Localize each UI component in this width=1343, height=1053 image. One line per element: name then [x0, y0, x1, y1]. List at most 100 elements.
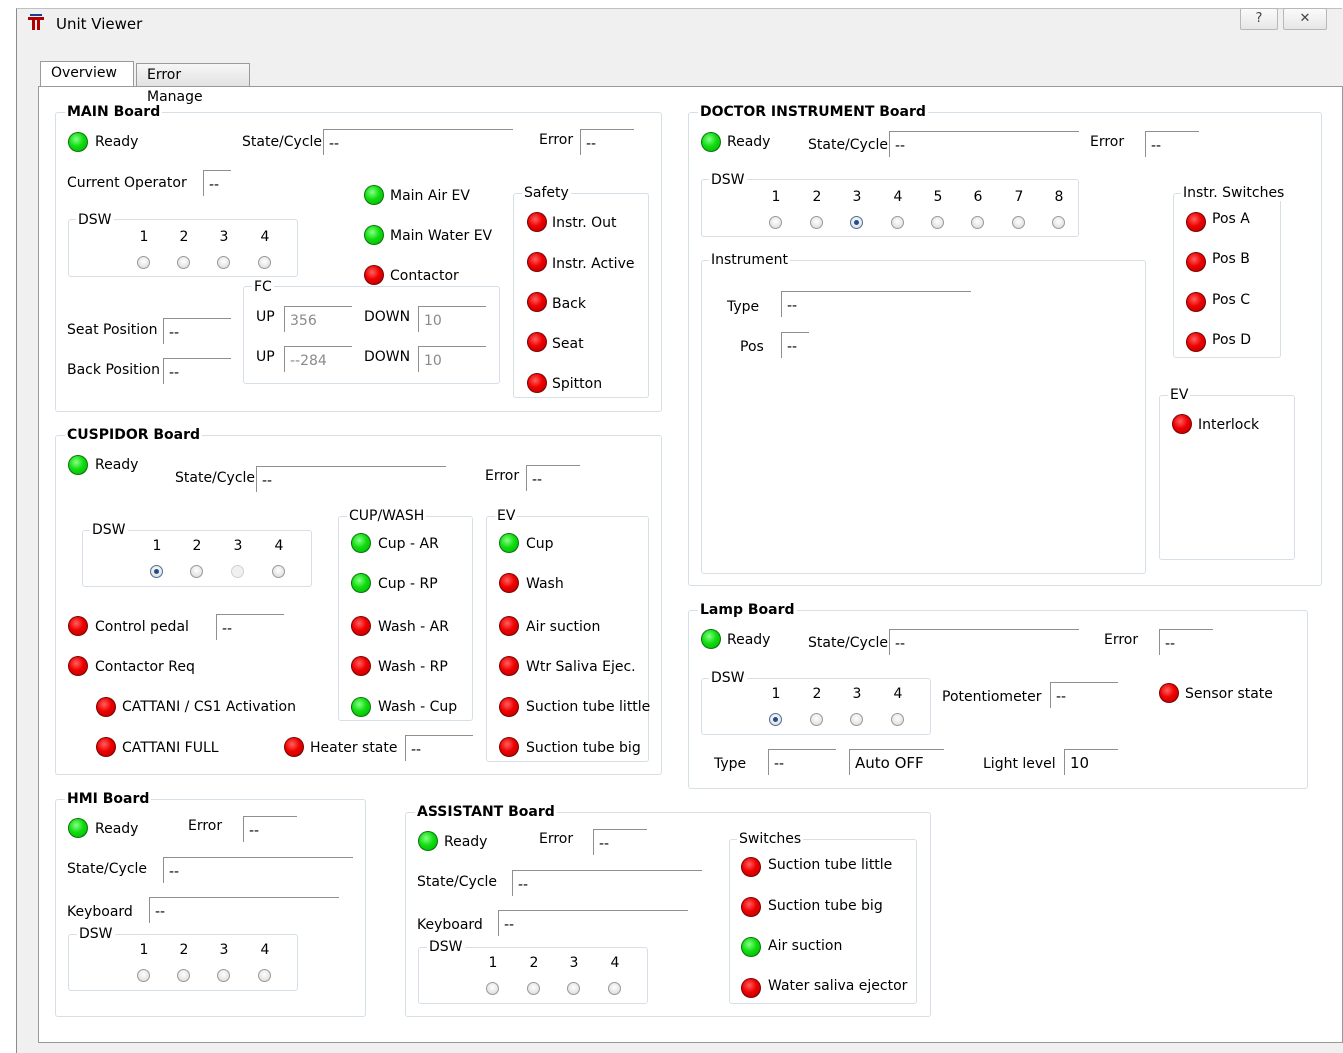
fc-down-field-1: 10: [418, 306, 486, 332]
asst-suction-little-label: Suction tube little: [768, 857, 893, 873]
lamp-dsw-radio-3: [850, 713, 863, 726]
help-button[interactable]: ?: [1240, 8, 1278, 30]
lamp-error-label: Error: [1104, 632, 1139, 648]
instrument-pos-label: Pos: [740, 339, 764, 355]
cuspidor-dsw-num: 1: [152, 538, 162, 554]
cuspidor-state-cycle-label: State/Cycle: [175, 470, 256, 486]
doctor-dsw-radio-6: [971, 216, 984, 229]
doctor-dsw-radio-5: [931, 216, 944, 229]
cattani-activation-led: [96, 697, 116, 717]
doctor-dsw-radio-4: [891, 216, 904, 229]
cup-rp-led: [351, 573, 371, 593]
pos-c-led: [1186, 292, 1206, 312]
lamp-state-cycle-field: --: [889, 629, 1079, 655]
hmi-state-cycle-field: --: [163, 857, 353, 883]
tab-error-manage[interactable]: Error Manage: [136, 63, 250, 105]
pos-a-led: [1186, 212, 1206, 232]
pos-b-label: Pos B: [1212, 251, 1250, 267]
spitton-led: [527, 373, 547, 393]
doctor-ready-label: Ready: [727, 134, 771, 150]
wash-ar-label: Wash - AR: [378, 619, 449, 635]
ev-suction-little-label: Suction tube little: [526, 699, 651, 715]
asst-suction-big-led: [741, 897, 761, 917]
hmi-keyboard-field: --: [149, 897, 339, 923]
doctor-dsw-title: DSW: [709, 172, 747, 188]
lamp-dsw-radio-4: [891, 713, 904, 726]
doctor-ready-led: [701, 132, 721, 152]
asst-suction-little-led: [741, 857, 761, 877]
cuspidor-dsw-radio-2: [190, 565, 203, 578]
doctor-board-title: DOCTOR INSTRUMENT Board: [698, 104, 928, 120]
assistant-error-field: --: [593, 829, 647, 855]
assistant-state-cycle-field: --: [512, 870, 702, 896]
main-dsw-num: 1: [139, 229, 149, 245]
spitton-label: Spitton: [552, 376, 603, 392]
main-air-ev-led: [364, 185, 384, 205]
assistant-ready-led: [418, 831, 438, 851]
main-air-ev-label: Main Air EV: [390, 188, 470, 204]
cuspidor-dsw-num: 4: [274, 538, 284, 554]
ev-suction-big-label: Suction tube big: [526, 740, 641, 756]
main-dsw-radio-3: [217, 256, 230, 269]
assistant-ready-label: Ready: [444, 834, 488, 850]
sensor-state-label: Sensor state: [1185, 686, 1273, 702]
lamp-ready-led: [701, 629, 721, 649]
seat-position-field: --: [163, 318, 231, 344]
hmi-keyboard-label: Keyboard: [67, 904, 133, 920]
back-position-label: Back Position: [67, 362, 160, 378]
fc-title: FC: [252, 279, 274, 295]
seat-led: [527, 332, 547, 352]
main-dsw-radio-1: [137, 256, 150, 269]
safety-title: Safety: [522, 185, 571, 201]
fc-up-label-2: UP: [256, 349, 275, 365]
main-water-ev-led: [364, 225, 384, 245]
assistant-dsw-radio-3: [567, 982, 580, 995]
wash-cup-led: [351, 697, 371, 717]
current-operator-field: --: [203, 170, 231, 196]
lamp-dsw-radio-2: [810, 713, 823, 726]
lamp-board-title: Lamp Board: [698, 602, 797, 618]
instr-active-led: [527, 252, 547, 272]
ev-air-suction-led: [499, 616, 519, 636]
doctor-dsw-radio-7: [1012, 216, 1025, 229]
cuspidor-dsw-radio-4: [272, 565, 285, 578]
lamp-dsw-num: 4: [893, 686, 903, 702]
hmi-state-cycle-label: State/Cycle: [67, 861, 148, 877]
main-dsw-radio-2: [177, 256, 190, 269]
fc-up-field-2: --284: [284, 346, 352, 372]
assistant-error-label: Error: [539, 831, 574, 847]
assistant-dsw-radio-2: [527, 982, 540, 995]
fc-down-label-2: DOWN: [364, 349, 411, 365]
control-pedal-field: --: [216, 614, 284, 640]
cattani-activation-label: CATTANI / CS1 Activation: [122, 699, 296, 715]
doctor-ev-title: EV: [1168, 387, 1191, 403]
main-water-ev-label: Main Water EV: [390, 228, 493, 244]
instrument-type-field: --: [781, 291, 971, 317]
cuspidor-state-cycle-field: --: [256, 466, 446, 492]
heater-state-label: Heater state: [310, 740, 398, 756]
hmi-dsw-title: DSW: [77, 926, 115, 942]
light-level-field: 10: [1064, 749, 1118, 775]
cuspidor-dsw-title: DSW: [90, 522, 128, 538]
assistant-board-title: ASSISTANT Board: [415, 804, 557, 820]
lamp-type-label: Type: [714, 756, 747, 772]
close-button[interactable]: ✕: [1283, 8, 1327, 30]
ev-suction-little-led: [499, 697, 519, 717]
assistant-dsw-num: 1: [488, 955, 498, 971]
doctor-dsw-num: 7: [1014, 189, 1024, 205]
doctor-state-cycle-field: --: [889, 131, 1079, 157]
hmi-board-title: HMI Board: [65, 791, 152, 807]
tab-overview[interactable]: Overview: [40, 61, 134, 86]
cuspidor-ready-label: Ready: [95, 457, 139, 473]
instrument-pos-field: --: [781, 332, 809, 358]
doctor-dsw-radio-2: [810, 216, 823, 229]
cattani-full-label: CATTANI FULL: [122, 740, 219, 756]
assistant-keyboard-label: Keyboard: [417, 917, 483, 933]
interlock-label: Interlock: [1198, 417, 1260, 433]
contactor-req-led: [68, 656, 88, 676]
main-board-title: MAIN Board: [65, 104, 163, 120]
assistant-dsw-num: 2: [529, 955, 539, 971]
back-position-field: --: [163, 358, 231, 384]
cuspidor-error-label: Error: [485, 468, 520, 484]
wash-ar-led: [351, 616, 371, 636]
